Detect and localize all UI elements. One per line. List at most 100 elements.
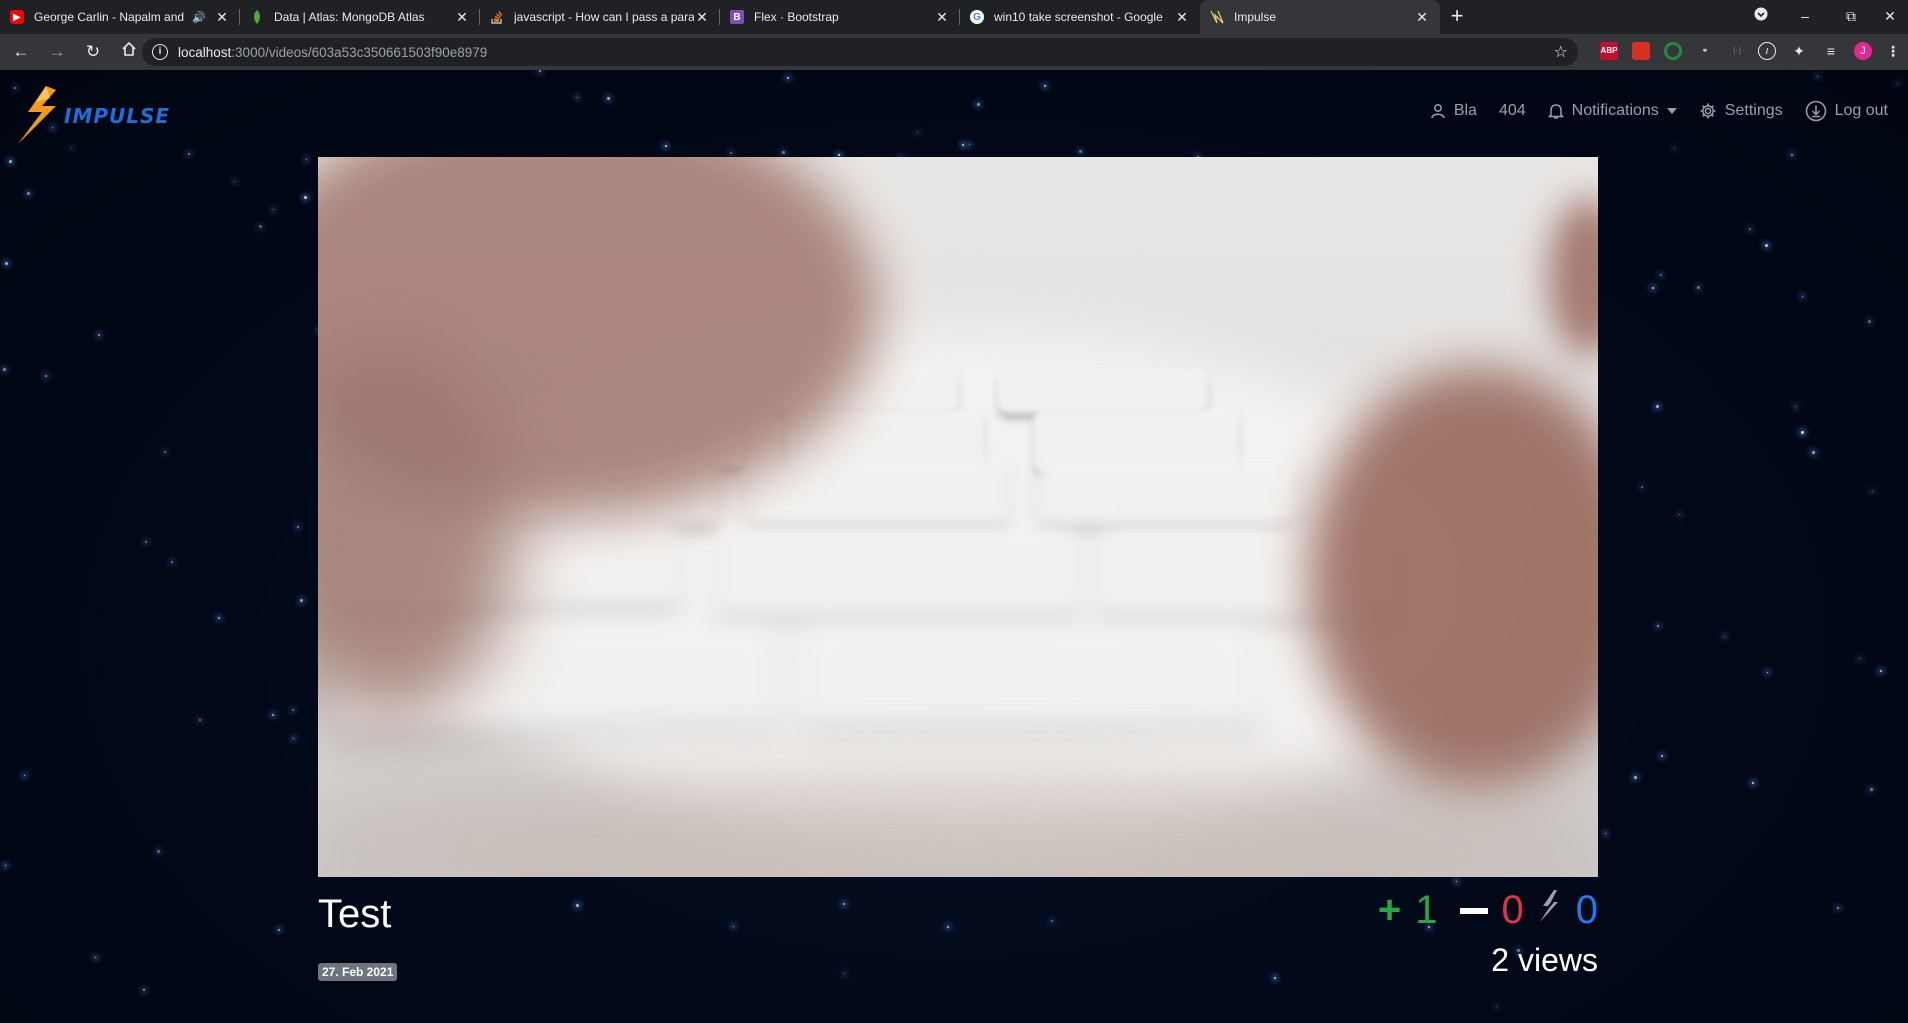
star-dot [733,926,734,927]
extension-green-ring-icon[interactable] [1664,42,1682,60]
media-queue-icon[interactable]: ≡ [1822,42,1840,60]
star-dot [1897,83,1898,84]
impulse-bolt-button[interactable] [1536,888,1562,933]
lightning-bolt-icon [1536,890,1561,922]
extension-red-icon[interactable] [1632,42,1650,60]
star-dot [1752,782,1754,784]
tab-title: Impulse [1234,10,1277,24]
brand-logo[interactable]: IMPULSE [16,86,186,144]
upvote-button[interactable]: + [1378,888,1401,933]
impulse-icon [1210,10,1224,24]
downvote-button[interactable] [1459,907,1488,914]
view-count: 2 views [1491,942,1598,978]
star-dot [188,153,190,155]
browser-tab[interactable]: G win10 take screenshot - Google ✕ [960,0,1200,34]
star-dot [45,375,47,377]
star-dot [1656,405,1659,408]
star-dot [1657,625,1659,627]
nav-logout-link[interactable]: Log out [1805,100,1888,122]
close-icon[interactable]: ✕ [1174,9,1190,25]
star-dot [304,196,307,199]
close-icon[interactable]: ✕ [1414,9,1430,25]
star-dot [1802,296,1803,297]
video-player[interactable] [318,157,1598,877]
bell-icon [1547,104,1564,119]
minimize-button[interactable]: – [1782,0,1828,34]
home-button[interactable] [114,37,144,67]
tab-title: win10 take screenshot - Google [994,10,1163,24]
star-dot [1079,150,1082,153]
star-dot [273,209,274,210]
impulse-count: 0 [1575,888,1598,932]
mongodb-leaf-icon [250,10,264,24]
site-info-icon[interactable]: i [152,44,168,60]
nav-settings-link[interactable]: Settings [1699,102,1783,120]
close-icon[interactable]: ✕ [454,9,470,25]
star-dot [164,451,166,453]
audio-playing-icon[interactable]: 🔊 [192,11,206,24]
star-dot [1791,154,1793,156]
back-button[interactable]: ← [6,37,36,67]
star-dot [1868,320,1871,323]
caret-down-icon [1666,108,1677,114]
browser-tab-strip: ▶ George Carlin - Napalm and 🔊 ✕ Data | … [0,0,1908,34]
forward-button[interactable]: → [42,37,72,67]
nav-user-link[interactable]: Bla [1430,102,1477,120]
gear-icon [1700,103,1716,119]
nav-logout-label: Log out [1834,102,1888,119]
address-bar[interactable]: i localhost:3000/videos/603a53c350661503… [142,38,1578,66]
star-dot [1859,658,1860,659]
nav-notifications-dropdown[interactable]: Notifications [1547,102,1677,120]
new-tab-button[interactable]: + [1440,0,1474,34]
star-dot [171,561,173,563]
downvote-count: 0 [1501,888,1524,932]
upvote-count: 1 [1415,888,1438,932]
extension-glasses-icon[interactable]: ⚭ [1696,42,1714,60]
stackoverflow-icon [490,10,504,24]
restore-button[interactable]: ⧉ [1828,0,1874,34]
nav-404-link[interactable]: 404 [1499,102,1526,120]
browser-tab-active[interactable]: Impulse ✕ [1200,0,1440,34]
bookmark-star-icon[interactable]: ☆ [1554,42,1568,62]
extensions-puzzle-icon[interactable]: ✦ [1790,42,1808,60]
window-close-button[interactable]: ✕ [1872,0,1908,34]
star-dot [1749,228,1751,230]
close-icon[interactable]: ✕ [694,9,710,25]
browser-tab[interactable]: B Flex · Bootstrap ✕ [720,0,960,34]
extension-dim-icon[interactable]: (·) [1728,42,1746,60]
star-dot [1679,514,1680,515]
youtube-icon: ▶ [10,10,24,24]
star-dot [1697,286,1700,289]
star-dot [844,973,845,974]
brand-name: IMPULSE [64,104,171,128]
star-dot [218,617,220,619]
browser-tab[interactable]: Data | Atlas: MongoDB Atlas ✕ [240,0,480,34]
star-dot [1660,274,1662,276]
star-dot [145,541,147,543]
extension-compass-icon[interactable]: / [1758,42,1776,60]
star-dot [300,599,303,602]
browser-menu-icon[interactable]: ⋮ [1884,42,1902,60]
adblock-plus-icon[interactable]: ABP [1600,42,1618,60]
reload-button[interactable]: ↻ [78,37,108,67]
star-dot [539,70,541,72]
close-icon[interactable]: ✕ [934,9,950,25]
star-dot [71,147,72,148]
star-dot [1795,406,1796,407]
tab-title: George Carlin - Napalm and [34,10,185,24]
star-dot [1880,670,1882,672]
tab-title: javascript - How can I pass a para [514,10,694,24]
star-dot [1765,244,1768,247]
star-dot [98,334,100,336]
star-dot [234,181,235,182]
star-dot [3,368,6,371]
browser-tab[interactable]: javascript - How can I pass a para ✕ [480,0,720,34]
browser-tab[interactable]: ▶ George Carlin - Napalm and 🔊 ✕ [0,0,240,34]
tab-search-button[interactable] [1738,0,1784,34]
star-dot [143,989,145,991]
top-navigation: Bla 404 Notifications Settings Log out [1408,98,1888,124]
profile-avatar[interactable]: J [1854,42,1872,60]
star-dot [1634,776,1637,779]
video-title: Test [318,892,392,936]
close-icon[interactable]: ✕ [214,9,230,25]
